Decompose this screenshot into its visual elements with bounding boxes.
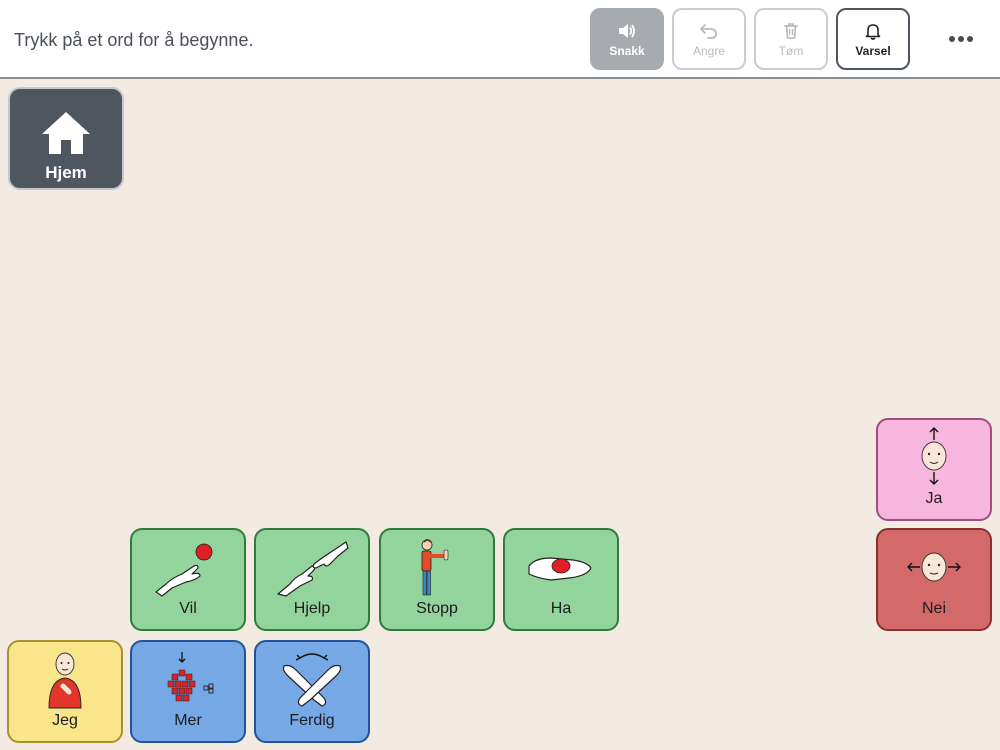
stop-gesture-person-icon	[397, 536, 477, 598]
helping-hands-icon	[272, 536, 352, 598]
alert-button[interactable]: Varsel	[836, 8, 910, 70]
tile-vil[interactable]: Vil	[130, 528, 246, 631]
tile-mer-label: Mer	[174, 712, 202, 729]
reaching-hand-ball-icon	[148, 536, 228, 598]
tile-stopp-label: Stopp	[416, 600, 458, 617]
tile-vil-label: Vil	[179, 600, 197, 617]
hand-holding-ball-icon	[521, 536, 601, 598]
undo-button[interactable]: Angre	[672, 8, 746, 70]
speak-button[interactable]: Snakk	[590, 8, 664, 70]
top-toolbar: Trykk på et ord for å begynne. Snakk Ang…	[0, 0, 1000, 79]
tile-jeg-label: Jeg	[52, 712, 78, 729]
shaking-head-face-icon	[894, 536, 974, 598]
tile-hjelp[interactable]: Hjelp	[254, 528, 370, 631]
tile-mer[interactable]: Mer	[130, 640, 246, 743]
trash-icon	[782, 21, 800, 41]
tile-ja-label: Ja	[925, 490, 943, 507]
home-label: Hjem	[45, 163, 87, 182]
tile-ja[interactable]: Ja	[876, 418, 992, 521]
tile-ferdig[interactable]: Ferdig	[254, 640, 370, 743]
undo-arrow-icon	[699, 21, 719, 41]
crossed-hands-icon	[272, 648, 352, 710]
undo-label: Angre	[692, 43, 726, 58]
tile-jeg[interactable]: Jeg	[7, 640, 123, 743]
tile-nei-label: Nei	[921, 600, 946, 617]
tile-hjelp-label: Hjelp	[293, 600, 331, 617]
home-tile[interactable]: Hjem	[8, 87, 124, 190]
nodding-face-icon	[894, 426, 974, 488]
clear-button[interactable]: Tøm	[754, 8, 828, 70]
house-icon	[26, 103, 106, 163]
tile-ha[interactable]: Ha	[503, 528, 619, 631]
message-bar-text[interactable]: Trykk på et ord for å begynne.	[14, 30, 253, 51]
tile-ferdig-label: Ferdig	[289, 712, 335, 729]
alert-label: Varsel	[855, 43, 891, 58]
speak-label: Snakk	[609, 43, 645, 58]
bell-icon	[864, 21, 882, 41]
tile-nei[interactable]: Nei	[876, 528, 992, 631]
more-blocks-icon	[148, 648, 228, 710]
clear-label: Tøm	[778, 43, 804, 58]
person-pointing-self-icon	[25, 648, 105, 710]
tile-stopp[interactable]: Stopp	[379, 528, 495, 631]
more-dots-icon[interactable]	[940, 26, 982, 52]
speaker-icon	[617, 21, 637, 41]
tile-ha-label: Ha	[550, 600, 572, 617]
